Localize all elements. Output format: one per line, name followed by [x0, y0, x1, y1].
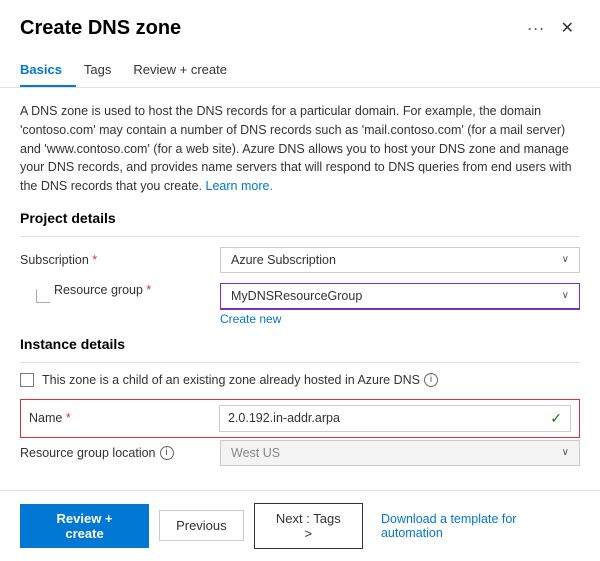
close-button[interactable]: ✕ — [555, 16, 580, 40]
project-details-divider — [20, 236, 580, 237]
description-text: A DNS zone is used to host the DNS recor… — [20, 102, 580, 196]
name-input-container: ✓ — [219, 405, 571, 432]
learn-more-link[interactable]: Learn more. — [206, 179, 273, 193]
name-row: Name ✓ — [20, 399, 580, 438]
resource-group-value: MyDNSResourceGroup ∨ Create new — [220, 283, 580, 326]
location-row: Resource group location i West US ∨ — [20, 440, 580, 466]
previous-button[interactable]: Previous — [159, 510, 244, 541]
resource-group-chevron-icon: ∨ — [562, 290, 569, 301]
child-zone-info-icon[interactable]: i — [424, 373, 438, 387]
tab-basics[interactable]: Basics — [20, 56, 76, 87]
location-info-icon[interactable]: i — [160, 446, 174, 460]
instance-details-section: Instance details This zone is a child of… — [20, 336, 580, 466]
project-details-title: Project details — [20, 210, 580, 226]
instance-details-title: Instance details — [20, 336, 580, 352]
name-input[interactable] — [228, 411, 546, 425]
download-template-link[interactable]: Download a template for automation — [381, 512, 580, 540]
review-create-button[interactable]: Review + create — [20, 504, 149, 548]
subscription-row: Subscription Azure Subscription ∨ — [20, 247, 580, 273]
subscription-chevron-icon: ∨ — [562, 254, 569, 265]
resource-group-label-container: Resource group — [20, 283, 220, 326]
more-options-icon[interactable]: ··· — [527, 18, 545, 39]
dialog-footer: Review + create Previous Next : Tags > D… — [0, 490, 600, 561]
create-new-link[interactable]: Create new — [220, 312, 281, 326]
location-select: West US ∨ — [220, 440, 580, 466]
child-zone-row: This zone is a child of an existing zone… — [20, 373, 580, 387]
resource-group-label: Resource group — [54, 283, 151, 297]
location-label: Resource group location i — [20, 446, 220, 460]
project-details-section: Project details Subscription Azure Subsc… — [20, 210, 580, 326]
instance-details-divider — [20, 362, 580, 363]
subscription-select[interactable]: Azure Subscription ∨ — [220, 247, 580, 273]
tab-tags[interactable]: Tags — [84, 56, 125, 87]
create-dns-zone-dialog: Create DNS zone ··· ✕ Basics Tags Review… — [0, 0, 600, 561]
subscription-label: Subscription — [20, 253, 220, 267]
name-label: Name — [29, 411, 219, 425]
tab-review-create[interactable]: Review + create — [133, 56, 241, 87]
dialog-title: Create DNS zone — [20, 17, 517, 40]
tree-line-icon — [36, 289, 50, 303]
resource-group-select[interactable]: MyDNSResourceGroup ∨ — [220, 283, 580, 310]
dialog-body: A DNS zone is used to host the DNS recor… — [0, 88, 600, 490]
dialog-header: Create DNS zone ··· ✕ — [0, 0, 600, 40]
resource-group-row: Resource group MyDNSResourceGroup ∨ Crea… — [20, 283, 580, 326]
location-chevron-icon: ∨ — [562, 447, 569, 458]
child-zone-label: This zone is a child of an existing zone… — [42, 373, 420, 387]
subscription-value: Azure Subscription ∨ — [220, 247, 580, 273]
name-valid-icon: ✓ — [550, 410, 562, 427]
tabs-container: Basics Tags Review + create — [0, 48, 600, 88]
child-zone-checkbox[interactable] — [20, 373, 34, 387]
location-value: West US ∨ — [220, 440, 580, 466]
